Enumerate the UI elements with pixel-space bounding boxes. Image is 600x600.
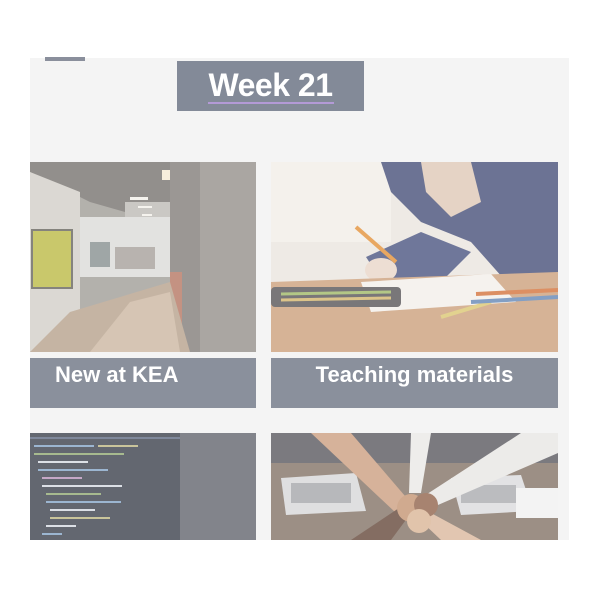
card-new-at-kea[interactable]: New at KEA xyxy=(30,162,256,408)
card-label: New at KEA xyxy=(30,358,256,408)
card-teaching-materials[interactable]: Teaching materials xyxy=(271,162,558,408)
page-title: Week 21 xyxy=(207,67,334,104)
card-teamwork[interactable] xyxy=(271,433,558,540)
code-screen-image xyxy=(30,433,256,540)
card-label-text: Teaching materials xyxy=(315,362,514,387)
office-hallway-image xyxy=(30,162,256,352)
card-code[interactable] xyxy=(30,433,256,540)
student-drawing-image xyxy=(271,162,558,352)
page: Week 21 New at KEA Teaching materials xyxy=(0,0,600,600)
week-header: Week 21 xyxy=(177,61,364,111)
top-tab-indicator xyxy=(45,57,85,61)
card-label-text: New at KEA xyxy=(55,362,179,387)
card-label: Teaching materials xyxy=(271,358,558,408)
teamwork-hands-image xyxy=(271,433,558,540)
